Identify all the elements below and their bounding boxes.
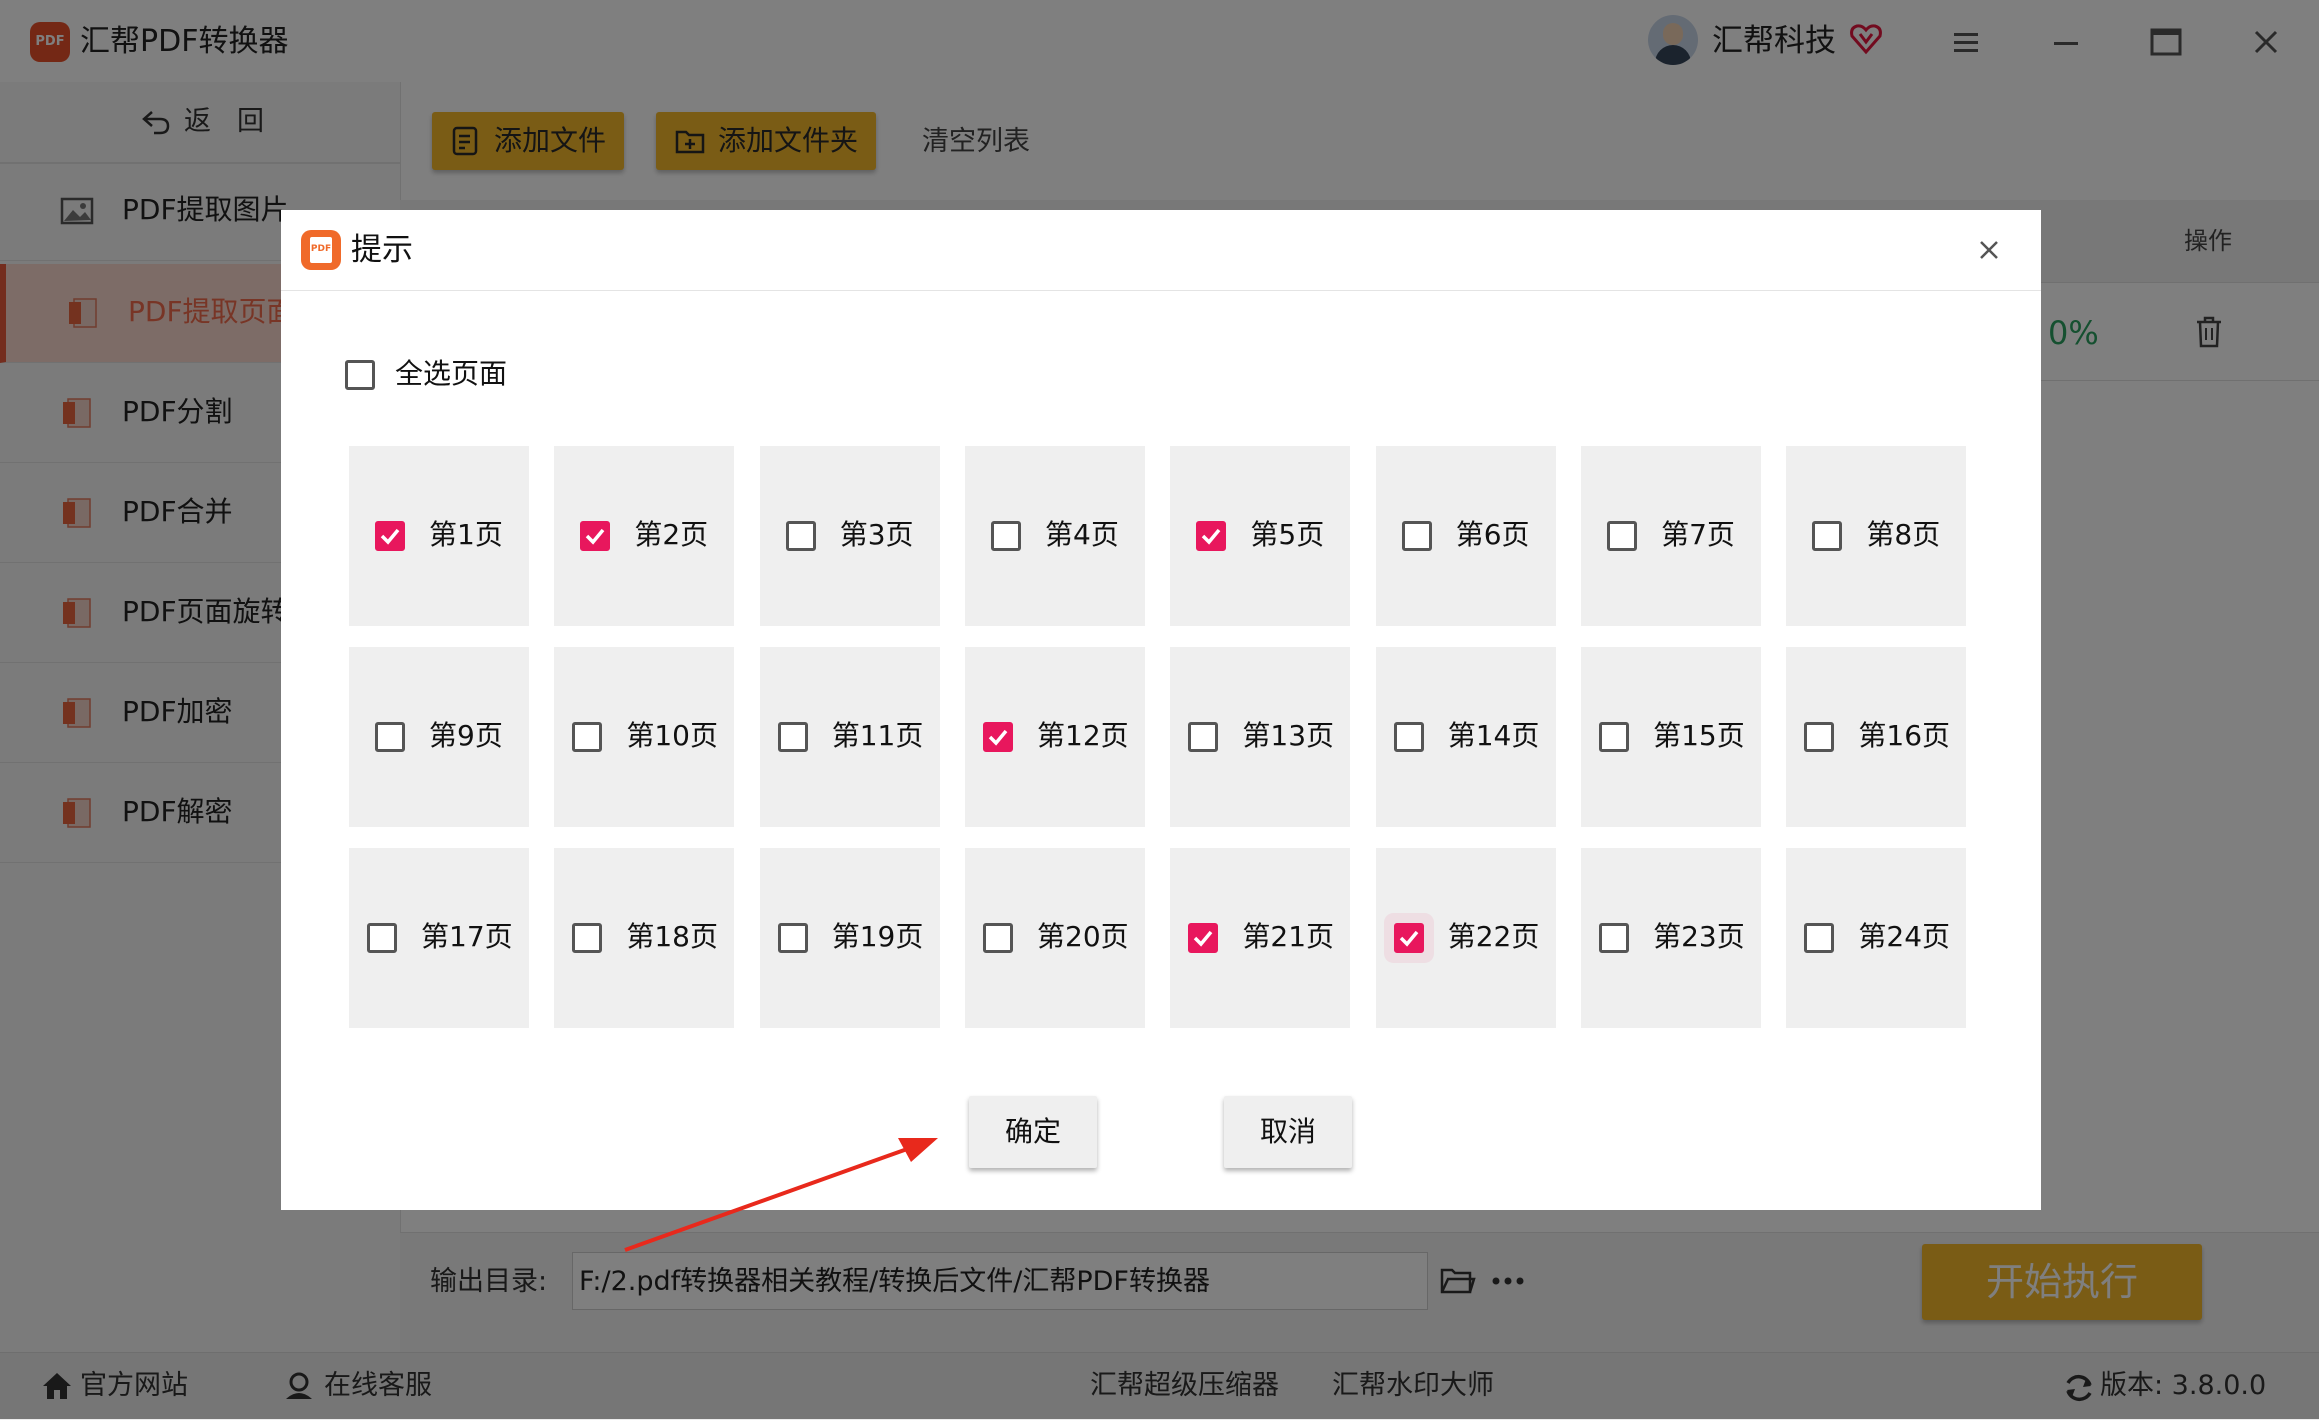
- page-label: 第22页: [1447, 919, 1540, 953]
- page-checkbox[interactable]: [1188, 922, 1219, 953]
- page-label: 第24页: [1858, 919, 1951, 953]
- page-label: 第1页: [429, 518, 503, 551]
- page-label: 第8页: [1866, 518, 1941, 551]
- page-checkbox[interactable]: [1188, 721, 1219, 752]
- page-label: 第16页: [1858, 718, 1951, 752]
- page-checkbox-tile[interactable]: 第9页: [349, 646, 529, 827]
- page-label: 第19页: [831, 919, 924, 953]
- page-checkbox[interactable]: [375, 721, 405, 752]
- page-label: 第7页: [1661, 518, 1735, 551]
- page-label: 第18页: [626, 919, 718, 953]
- cancel-button[interactable]: 取消: [1224, 1096, 1352, 1168]
- select-all-box[interactable]: [345, 360, 375, 390]
- page-checkbox-tile[interactable]: 第20页: [965, 847, 1146, 1028]
- page-checkbox-tile[interactable]: 第14页: [1375, 646, 1556, 827]
- dialog-logo-text: PDF: [310, 244, 332, 254]
- page-checkbox-tile[interactable]: 第7页: [1581, 446, 1762, 626]
- page-checkbox[interactable]: [1804, 721, 1835, 752]
- page-label: 第14页: [1447, 718, 1540, 752]
- page-label: 第4页: [1045, 518, 1119, 551]
- page-label: 第6页: [1455, 518, 1530, 551]
- dialog-header: PDF 提示: [281, 210, 2041, 291]
- page-checkbox[interactable]: [1196, 521, 1227, 551]
- page-checkbox-tile[interactable]: 第2页: [554, 446, 735, 626]
- page-checkbox[interactable]: [983, 922, 1014, 953]
- page-checkbox-tile[interactable]: 第11页: [759, 646, 940, 827]
- page-checkbox[interactable]: [1804, 922, 1835, 953]
- page-checkbox[interactable]: [1393, 721, 1424, 752]
- page-checkbox[interactable]: [785, 521, 816, 551]
- page-label: 第2页: [634, 518, 709, 551]
- page-checkbox-tile[interactable]: 第1页: [349, 446, 529, 626]
- page-label: 第21页: [1242, 919, 1335, 953]
- page-label: 第10页: [626, 718, 718, 752]
- page-checkbox[interactable]: [777, 922, 808, 953]
- page-checkbox[interactable]: [1401, 521, 1432, 551]
- page-checkbox-tile[interactable]: 第13页: [1170, 646, 1351, 827]
- page-checkbox-tile[interactable]: 第17页: [349, 847, 529, 1028]
- page-checkbox-tile[interactable]: 第5页: [1170, 446, 1351, 626]
- page-label: 第17页: [421, 919, 513, 953]
- page-label: 第12页: [1037, 718, 1129, 752]
- page-select-dialog: PDF 提示 全选页面 第1页 第2页 第3页 第4页 第5页 第6页 第7页 第8页 第9页第…: [281, 210, 2041, 1210]
- page-checkbox[interactable]: [375, 521, 405, 551]
- page-checkbox[interactable]: [991, 521, 1022, 551]
- dialog-title: 提示: [351, 232, 413, 268]
- page-label: 第15页: [1653, 718, 1745, 752]
- page-label: 第13页: [1242, 718, 1335, 752]
- page-label: 第11页: [831, 718, 924, 752]
- page-checkbox-tile[interactable]: 第8页: [1786, 446, 1967, 626]
- page-checkbox-tile[interactable]: 第6页: [1375, 446, 1556, 626]
- page-label: 第9页: [429, 718, 503, 752]
- page-checkbox-tile[interactable]: 第24页: [1786, 847, 1967, 1028]
- select-all-label: 全选页面: [395, 357, 508, 390]
- page-checkbox-tile[interactable]: 第16页: [1786, 646, 1967, 827]
- page-checkbox[interactable]: [572, 922, 603, 953]
- page-checkbox-tile[interactable]: 第19页: [759, 847, 940, 1028]
- page-checkbox[interactable]: [580, 521, 611, 551]
- page-checkbox[interactable]: [572, 721, 603, 752]
- page-label: 第3页: [839, 518, 914, 551]
- page-checkbox[interactable]: [1599, 721, 1630, 752]
- page-checkbox[interactable]: [777, 721, 808, 752]
- confirm-button[interactable]: 确定: [969, 1096, 1097, 1168]
- page-checkbox-tile[interactable]: 第12页: [965, 646, 1146, 827]
- page-label: 第5页: [1250, 518, 1325, 551]
- page-checkbox[interactable]: [1607, 521, 1638, 551]
- page-checkbox-tile[interactable]: 第18页: [554, 847, 735, 1028]
- page-label: 第20页: [1037, 919, 1129, 953]
- page-checkbox-tile[interactable]: 第23页: [1581, 847, 1762, 1028]
- page-checkbox-tile[interactable]: 第15页: [1581, 646, 1762, 827]
- page-checkbox[interactable]: [983, 721, 1014, 752]
- dialog-pdf-logo-icon: PDF: [301, 230, 341, 270]
- page-checkbox-tile[interactable]: 第4页: [965, 446, 1146, 626]
- dialog-close-icon[interactable]: [1973, 234, 2005, 266]
- page-checkbox-tile[interactable]: 第10页: [554, 646, 735, 827]
- page-checkbox-tile[interactable]: 第21页: [1170, 847, 1351, 1028]
- page-label: 第23页: [1653, 919, 1745, 953]
- page-checkbox[interactable]: [1393, 922, 1424, 953]
- page-checkbox[interactable]: [367, 922, 397, 953]
- page-checkbox-tile[interactable]: 第22页: [1375, 847, 1556, 1028]
- page-checkbox-tile[interactable]: 第3页: [759, 446, 940, 626]
- page-checkbox[interactable]: [1812, 521, 1843, 551]
- page-checkbox[interactable]: [1599, 922, 1630, 953]
